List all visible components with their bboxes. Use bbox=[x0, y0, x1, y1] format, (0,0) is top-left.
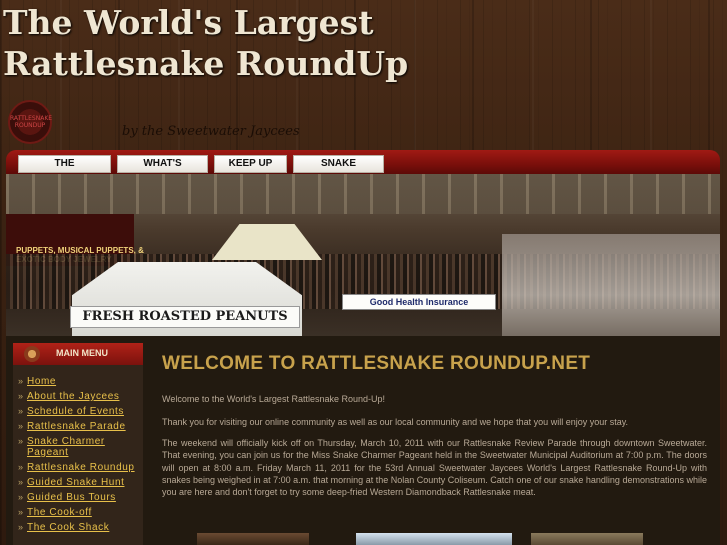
event-details-paragraph: The weekend will officially kick off on … bbox=[162, 438, 707, 498]
peanuts-sign: FRESH ROASTED PEANUTS bbox=[70, 306, 300, 328]
main-navigation: THE JAYCEES WHAT'S NEW KEEP UP SNAKE HUN… bbox=[18, 155, 384, 185]
nav-item-snake-hunt[interactable]: SNAKE HUNT bbox=[293, 155, 384, 185]
site-header: The World's Largest Rattlesnake RoundUp … bbox=[0, 0, 727, 150]
banner-photo: PUPPETS, MUSICAL PUPPETS, & EXOTIC BODY … bbox=[6, 174, 720, 336]
menu-link-snake-hunt[interactable]: Guided Snake Hunt bbox=[27, 477, 124, 488]
photo-thumbnail[interactable] bbox=[197, 533, 309, 545]
menu-link-home[interactable]: Home bbox=[27, 376, 56, 387]
bullet-icon: » bbox=[18, 436, 24, 446]
page-title: WELCOME TO RATTLESNAKE ROUNDUP.NET bbox=[162, 353, 591, 374]
menu-item-roundup: » Rattlesnake Roundup bbox=[18, 462, 148, 473]
bullet-icon: » bbox=[18, 421, 24, 431]
menu-link-bus-tours[interactable]: Guided Bus Tours bbox=[27, 492, 116, 503]
menu-link-pageant[interactable]: Snake Charmer Pageant bbox=[27, 436, 107, 458]
bullet-icon: » bbox=[18, 522, 24, 532]
snake-icon bbox=[24, 346, 40, 362]
bullet-icon: » bbox=[18, 376, 24, 386]
menu-item-pageant: » Snake Charmer Pageant bbox=[18, 436, 148, 458]
bullet-icon: » bbox=[18, 462, 24, 472]
bullet-icon: » bbox=[18, 477, 24, 487]
menu-link-about-jaycees[interactable]: About the Jaycees bbox=[27, 391, 119, 402]
welcome-paragraph: Welcome to the World's Largest Rattlesna… bbox=[162, 394, 385, 404]
banner-ceiling bbox=[6, 174, 720, 214]
seal-text: RATTLESNAKE ROUNDUP bbox=[10, 115, 53, 129]
photo-thumbnail[interactable] bbox=[531, 533, 643, 545]
menu-item-home: » Home bbox=[18, 376, 148, 387]
photo-thumbnail[interactable] bbox=[356, 533, 512, 545]
menu-link-roundup[interactable]: Rattlesnake Roundup bbox=[27, 462, 135, 473]
thank-you-paragraph: Thank you for visiting our online commun… bbox=[162, 417, 629, 427]
insurance-sign: Good Health Insurance bbox=[342, 294, 496, 310]
menu-item-cook-off: » The Cook-off bbox=[18, 507, 148, 518]
menu-item-snake-hunt: » Guided Snake Hunt bbox=[18, 477, 148, 488]
site-title[interactable]: The World's Largest Rattlesnake RoundUp bbox=[3, 2, 423, 84]
menu-item-cook-shack: » The Cook Shack bbox=[18, 522, 148, 533]
menu-link-cook-off[interactable]: The Cook-off bbox=[27, 507, 92, 518]
jaycees-seal-logo: RATTLESNAKE ROUNDUP bbox=[8, 100, 52, 144]
bullet-icon: » bbox=[18, 391, 24, 401]
site-tagline: by the Sweetwater Jaycees bbox=[122, 124, 300, 139]
menu-link-schedule[interactable]: Schedule of Events bbox=[27, 406, 124, 417]
main-menu-list: » Home » About the Jaycees » Schedule of Ev… bbox=[18, 376, 148, 537]
menu-item-parade: » Rattlesnake Parade bbox=[18, 421, 148, 432]
menu-item-about-jaycees: » About the Jaycees bbox=[18, 391, 148, 402]
bullet-icon: » bbox=[18, 406, 24, 416]
menu-link-cook-shack[interactable]: The Cook Shack bbox=[27, 522, 109, 533]
nav-item-the-jaycees[interactable]: THE JAYCEES bbox=[18, 155, 111, 185]
bullet-icon: » bbox=[18, 492, 24, 502]
bullet-icon: » bbox=[18, 507, 24, 517]
banner-right-area bbox=[502, 234, 720, 336]
menu-item-schedule: » Schedule of Events bbox=[18, 406, 148, 417]
nav-item-whats-new[interactable]: WHAT'S NEW bbox=[117, 155, 208, 185]
menu-link-parade[interactable]: Rattlesnake Parade bbox=[27, 421, 126, 432]
nav-item-keep-up[interactable]: KEEP UP bbox=[214, 155, 287, 173]
menu-item-bus-tours: » Guided Bus Tours bbox=[18, 492, 148, 503]
banner-tent-back bbox=[212, 224, 322, 260]
main-menu-title: MAIN MENU bbox=[56, 348, 108, 358]
